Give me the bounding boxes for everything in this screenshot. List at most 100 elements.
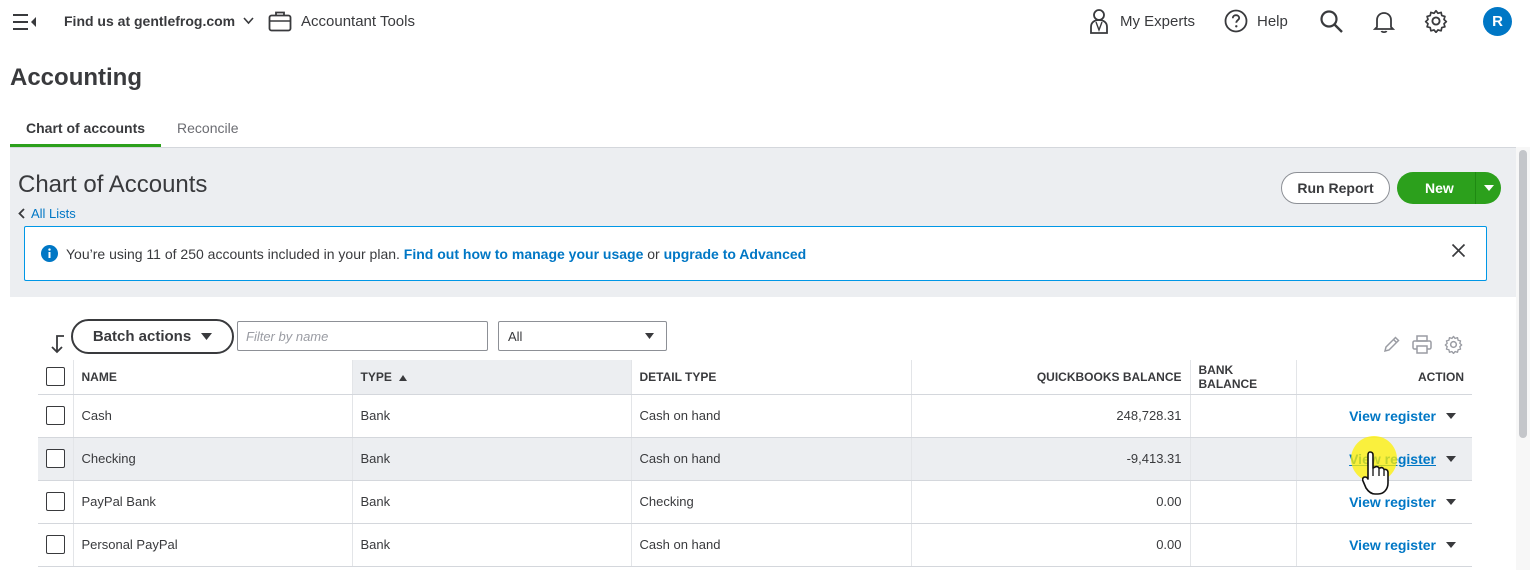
row-checkbox[interactable] <box>46 406 65 425</box>
accountant-tools-label: Accountant Tools <box>301 12 415 30</box>
my-experts-label: My Experts <box>1120 12 1196 30</box>
column-header-type[interactable]: TYPE <box>351 360 631 395</box>
account-name[interactable]: Checking <box>72 437 352 481</box>
table-settings-gear-icon[interactable] <box>1444 335 1463 359</box>
table-header-row: NAME TYPE DETAIL TYPE QUICKBOOKS BALANCE… <box>38 360 1472 395</box>
table-row[interactable]: PayPal Bank Bank Checking 0.00 View regi… <box>38 480 1472 524</box>
gear-icon[interactable] <box>1424 9 1448 33</box>
person-icon <box>1090 9 1108 34</box>
account-name[interactable]: Personal PayPal <box>72 523 352 567</box>
account-type: Bank <box>351 480 631 524</box>
help-icon <box>1224 9 1248 33</box>
account-type: Bank <box>351 523 631 567</box>
action-cell: View register <box>1295 523 1472 567</box>
usage-banner: You’re using 11 of 250 accounts included… <box>24 226 1487 281</box>
action-caret-down-icon[interactable] <box>1446 541 1456 548</box>
avatar-initial: R <box>1492 13 1503 30</box>
filter-by-name-input[interactable] <box>237 321 488 351</box>
bell-icon[interactable] <box>1373 9 1395 34</box>
search-icon[interactable] <box>1319 9 1344 34</box>
new-dropdown-caret-icon[interactable] <box>1476 185 1501 191</box>
tab-bar: Chart of accounts Reconcile <box>10 112 255 148</box>
action-caret-down-icon[interactable] <box>1446 455 1456 462</box>
action-caret-down-icon[interactable] <box>1446 498 1456 505</box>
column-header-action: ACTION <box>1295 360 1472 395</box>
quickbooks-balance: 248,728.31 <box>910 394 1190 438</box>
account-name[interactable]: Cash <box>72 394 352 438</box>
new-button[interactable]: New <box>1397 172 1501 204</box>
view-register-link[interactable]: View register <box>1349 537 1436 553</box>
menu-collapse-icon[interactable] <box>13 12 37 32</box>
info-icon <box>41 245 58 262</box>
type-filter-value: All <box>508 328 523 344</box>
column-header-quickbooks-balance[interactable]: QUICKBOOKS BALANCE <box>910 360 1190 395</box>
accounts-table: NAME TYPE DETAIL TYPE QUICKBOOKS BALANCE… <box>38 360 1472 567</box>
account-detail-type: Checking <box>630 480 911 524</box>
view-register-link[interactable]: View register <box>1349 408 1436 424</box>
hand-cursor-icon <box>1361 450 1392 501</box>
account-type: Bank <box>351 394 631 438</box>
new-button-label: New <box>1425 180 1454 196</box>
bank-balance <box>1189 480 1296 524</box>
table-row[interactable]: Personal PayPal Bank Cash on hand 0.00 V… <box>38 523 1472 567</box>
type-filter-select[interactable]: All <box>498 321 667 351</box>
briefcase-icon <box>268 11 292 32</box>
all-lists-link[interactable]: All Lists <box>18 206 76 221</box>
accountant-tools-button[interactable]: Accountant Tools <box>268 10 415 32</box>
print-icon[interactable] <box>1412 335 1432 359</box>
caret-down-icon <box>201 333 213 340</box>
manage-usage-link[interactable]: Find out how to manage your usage <box>404 246 644 262</box>
sort-ascending-icon <box>399 374 408 381</box>
quickbooks-balance: -9,413.31 <box>910 437 1190 481</box>
account-detail-type: Cash on hand <box>630 394 911 438</box>
select-all-checkbox[interactable] <box>46 367 65 387</box>
row-checkbox[interactable] <box>46 492 65 511</box>
pencil-icon[interactable] <box>1382 335 1401 359</box>
batch-actions-label: Batch actions <box>92 328 192 345</box>
banner-or-text: or <box>647 245 660 262</box>
action-caret-down-icon[interactable] <box>1446 412 1456 419</box>
my-experts-button[interactable]: My Experts <box>1089 8 1195 34</box>
help-button[interactable]: Help <box>1224 9 1288 33</box>
upgrade-link[interactable]: upgrade to Advanced <box>664 246 807 262</box>
chevron-down-icon <box>243 17 254 25</box>
banner-text: You’re using 11 of 250 accounts included… <box>66 245 400 262</box>
top-bar: Find us at gentlefrog.com Accountant Too… <box>0 0 1530 46</box>
row-checkbox[interactable] <box>46 449 65 468</box>
chevron-left-icon <box>18 208 25 219</box>
tab-reconcile[interactable]: Reconcile <box>161 112 254 148</box>
company-name: Find us at gentlefrog.com <box>64 13 236 29</box>
help-label: Help <box>1257 12 1288 30</box>
action-cell: View register <box>1295 394 1472 438</box>
quickbooks-balance: 0.00 <box>910 480 1190 524</box>
column-header-detail-type[interactable]: DETAIL TYPE <box>630 360 911 395</box>
company-switcher[interactable]: Find us at gentlefrog.com <box>64 13 254 29</box>
batch-actions-button[interactable]: Batch actions <box>71 319 234 354</box>
close-icon[interactable] <box>1451 243 1466 261</box>
column-header-name[interactable]: NAME <box>72 360 352 395</box>
row-checkbox-cell <box>38 523 73 567</box>
sort-arrow-icon[interactable] <box>48 334 66 359</box>
row-checkbox-cell <box>38 437 73 481</box>
caret-down-icon <box>645 333 654 339</box>
bank-balance <box>1189 523 1296 567</box>
avatar[interactable]: R <box>1483 7 1512 36</box>
row-checkbox-cell <box>38 480 73 524</box>
column-header-type-label: TYPE <box>360 369 392 384</box>
table-row[interactable]: Cash Bank Cash on hand 248,728.31 View r… <box>38 394 1472 438</box>
account-detail-type: Cash on hand <box>630 523 911 567</box>
scrollbar-thumb[interactable] <box>1519 150 1527 438</box>
bank-balance <box>1189 394 1296 438</box>
section-title: Chart of Accounts <box>18 171 208 198</box>
account-type: Bank <box>351 437 631 481</box>
row-checkbox[interactable] <box>46 535 65 554</box>
column-header-bank-balance[interactable]: BANK BALANCE <box>1189 360 1296 395</box>
row-checkbox-cell <box>38 394 73 438</box>
tab-chart-of-accounts[interactable]: Chart of accounts <box>10 112 162 148</box>
page-title: Accounting <box>10 64 142 91</box>
account-name[interactable]: PayPal Bank <box>72 480 352 524</box>
run-report-button[interactable]: Run Report <box>1281 172 1390 204</box>
table-row[interactable]: Checking Bank Cash on hand -9,413.31 Vie… <box>38 437 1472 481</box>
bank-balance <box>1189 437 1296 481</box>
quickbooks-balance: 0.00 <box>910 523 1190 567</box>
